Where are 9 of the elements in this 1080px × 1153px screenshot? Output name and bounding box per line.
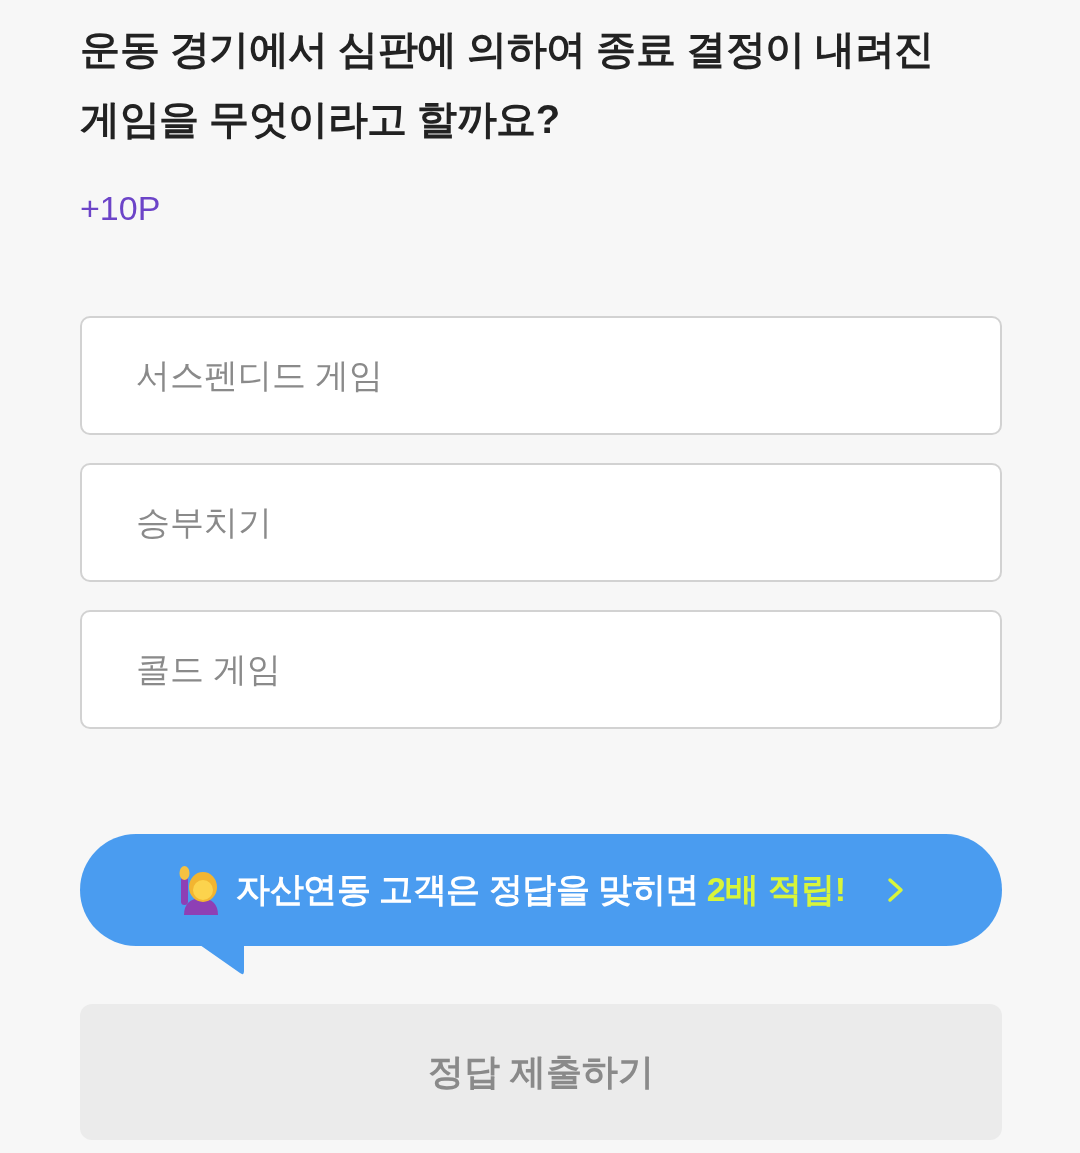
promo-banner[interactable]: 자산연동 고객은 정답을 맞히면 2배 적립! xyxy=(80,834,1002,946)
answer-option[interactable]: 콜드 게임 xyxy=(80,610,1002,729)
chevron-right-icon xyxy=(885,875,906,905)
promo-text: 자산연동 고객은 정답을 맞히면 2배 적립! xyxy=(236,869,846,910)
question-title: 운동 경기에서 심판에 의하여 종료 결정이 내려진 게임을 무엇이라고 할까요? xyxy=(80,26,935,143)
answer-option[interactable]: 서스펜디드 게임 xyxy=(80,316,1002,435)
speech-bubble-tail xyxy=(200,945,244,975)
answer-option[interactable]: 승부치기 xyxy=(80,463,1002,582)
points-label: +10P xyxy=(80,188,161,228)
